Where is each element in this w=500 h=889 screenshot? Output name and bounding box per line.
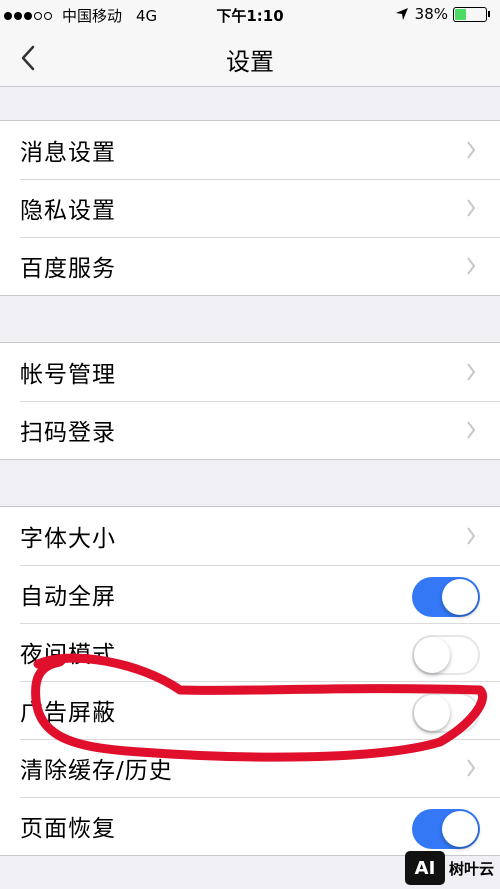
row-label: 帐号管理 <box>20 362 116 388</box>
settings-group-display: 字体大小 自动全屏 夜间模式 广告屏蔽 清除缓存/历史 页面恢复 <box>0 506 500 856</box>
chevron-right-icon <box>467 421 476 439</box>
watermark: AI 树叶云 <box>404 851 494 885</box>
settings-row-page-restore: 页面恢复 <box>0 797 500 855</box>
battery-percent: 38% <box>414 5 448 23</box>
battery-level <box>455 8 467 20</box>
toggle-knob <box>414 637 450 673</box>
settings-row-account[interactable]: 帐号管理 <box>0 343 500 401</box>
page-title: 设置 <box>226 48 274 76</box>
settings-row-night-mode: 夜间模式 <box>0 623 500 681</box>
row-label: 广告屏蔽 <box>20 700 116 726</box>
row-label: 清除缓存/历史 <box>20 758 173 784</box>
chevron-right-icon <box>467 199 476 217</box>
toggle-knob <box>442 579 478 615</box>
row-label: 百度服务 <box>20 256 116 282</box>
night-mode-toggle[interactable] <box>412 635 480 675</box>
row-label: 字体大小 <box>20 526 116 552</box>
settings-group-account: 帐号管理 扫码登录 <box>0 342 500 460</box>
navigation-bar: 设置 <box>0 30 500 87</box>
row-label: 夜间模式 <box>20 642 116 668</box>
page-restore-toggle[interactable] <box>412 809 480 849</box>
chevron-right-icon <box>467 527 476 545</box>
settings-row-privacy[interactable]: 隐私设置 <box>0 179 500 237</box>
toggle-knob <box>414 695 450 731</box>
row-label: 自动全屏 <box>20 584 116 610</box>
row-label: 扫码登录 <box>20 420 116 446</box>
settings-row-ad-block: 广告屏蔽 <box>0 681 500 739</box>
status-right: 38% <box>395 5 490 23</box>
watermark-logo: AI <box>404 851 445 885</box>
chevron-right-icon <box>467 141 476 159</box>
settings-row-font-size[interactable]: 字体大小 <box>0 507 500 565</box>
settings-row-baidu-service[interactable]: 百度服务 <box>0 237 500 295</box>
settings-row-auto-fullscreen: 自动全屏 <box>0 565 500 623</box>
chevron-right-icon <box>467 257 476 275</box>
ad-block-toggle[interactable] <box>412 693 480 733</box>
auto-fullscreen-toggle[interactable] <box>412 577 480 617</box>
settings-row-clear-cache[interactable]: 清除缓存/历史 <box>0 739 500 797</box>
chevron-right-icon <box>467 363 476 381</box>
location-arrow-icon <box>395 8 408 20</box>
battery-icon <box>453 6 487 22</box>
watermark-text: 树叶云 <box>448 859 494 878</box>
row-label: 隐私设置 <box>20 198 116 224</box>
row-label: 页面恢复 <box>20 816 116 842</box>
settings-group-general: 消息设置 隐私设置 百度服务 <box>0 120 500 296</box>
battery-tip <box>488 11 490 17</box>
status-bar: 中国移动 4G 下午1:10 38% <box>0 0 500 30</box>
chevron-right-icon <box>467 759 476 777</box>
settings-row-message[interactable]: 消息设置 <box>0 121 500 179</box>
settings-row-qr-login[interactable]: 扫码登录 <box>0 401 500 459</box>
row-label: 消息设置 <box>20 140 116 166</box>
toggle-knob <box>442 811 478 847</box>
